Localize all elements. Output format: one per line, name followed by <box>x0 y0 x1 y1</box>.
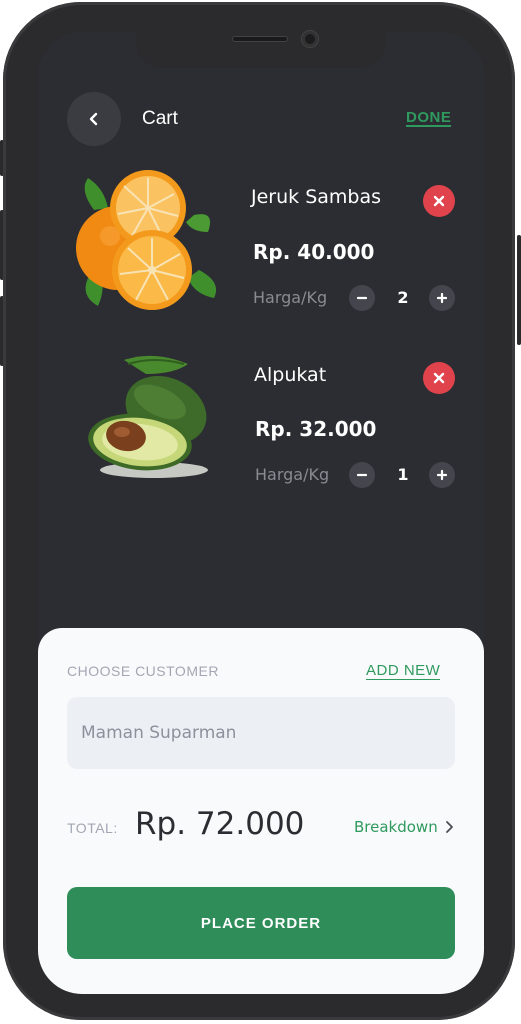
back-button[interactable] <box>67 92 121 146</box>
item-name: Alpukat <box>254 364 327 386</box>
plus-icon <box>436 292 448 304</box>
quantity-value: 2 <box>397 288 409 307</box>
total-label: TOTAL: <box>67 820 118 836</box>
item-price: Rp. 32.000 <box>255 417 377 441</box>
breakdown-label: Breakdown <box>354 818 438 836</box>
place-order-button[interactable]: PLACE ORDER <box>67 887 455 959</box>
speaker-grille <box>232 36 288 42</box>
item-name: Jeruk Sambas <box>251 186 382 208</box>
done-button[interactable]: DONE <box>406 110 452 127</box>
decrease-quantity-button[interactable] <box>349 285 375 311</box>
minus-icon <box>356 296 368 300</box>
increase-quantity-button[interactable] <box>429 462 455 488</box>
remove-item-button[interactable] <box>423 362 455 394</box>
avocado-image <box>88 355 208 478</box>
total-value: Rp. 72.000 <box>135 806 305 842</box>
breakdown-link[interactable]: Breakdown <box>354 818 454 836</box>
power-button <box>517 235 521 345</box>
minus-icon <box>356 473 368 477</box>
orange-image <box>76 170 217 310</box>
close-icon <box>433 195 445 207</box>
chevron-left-icon <box>89 112 98 126</box>
page-title: Cart <box>142 108 178 129</box>
unit-label: Harga/Kg <box>255 465 330 484</box>
remove-item-button[interactable] <box>423 185 455 217</box>
close-icon <box>433 372 445 384</box>
chevron-right-icon <box>445 821 453 833</box>
choose-customer-label: CHOOSE CUSTOMER <box>67 663 219 679</box>
item-price: Rp. 40.000 <box>253 240 375 264</box>
quantity-value: 1 <box>397 465 409 484</box>
add-new-customer-link[interactable]: ADD NEW <box>366 663 441 680</box>
unit-label: Harga/Kg <box>253 288 328 307</box>
increase-quantity-button[interactable] <box>429 285 455 311</box>
customer-field[interactable] <box>67 697 455 769</box>
decrease-quantity-button[interactable] <box>349 462 375 488</box>
front-camera <box>302 31 318 47</box>
phone-notch <box>136 28 386 68</box>
plus-icon <box>436 469 448 481</box>
